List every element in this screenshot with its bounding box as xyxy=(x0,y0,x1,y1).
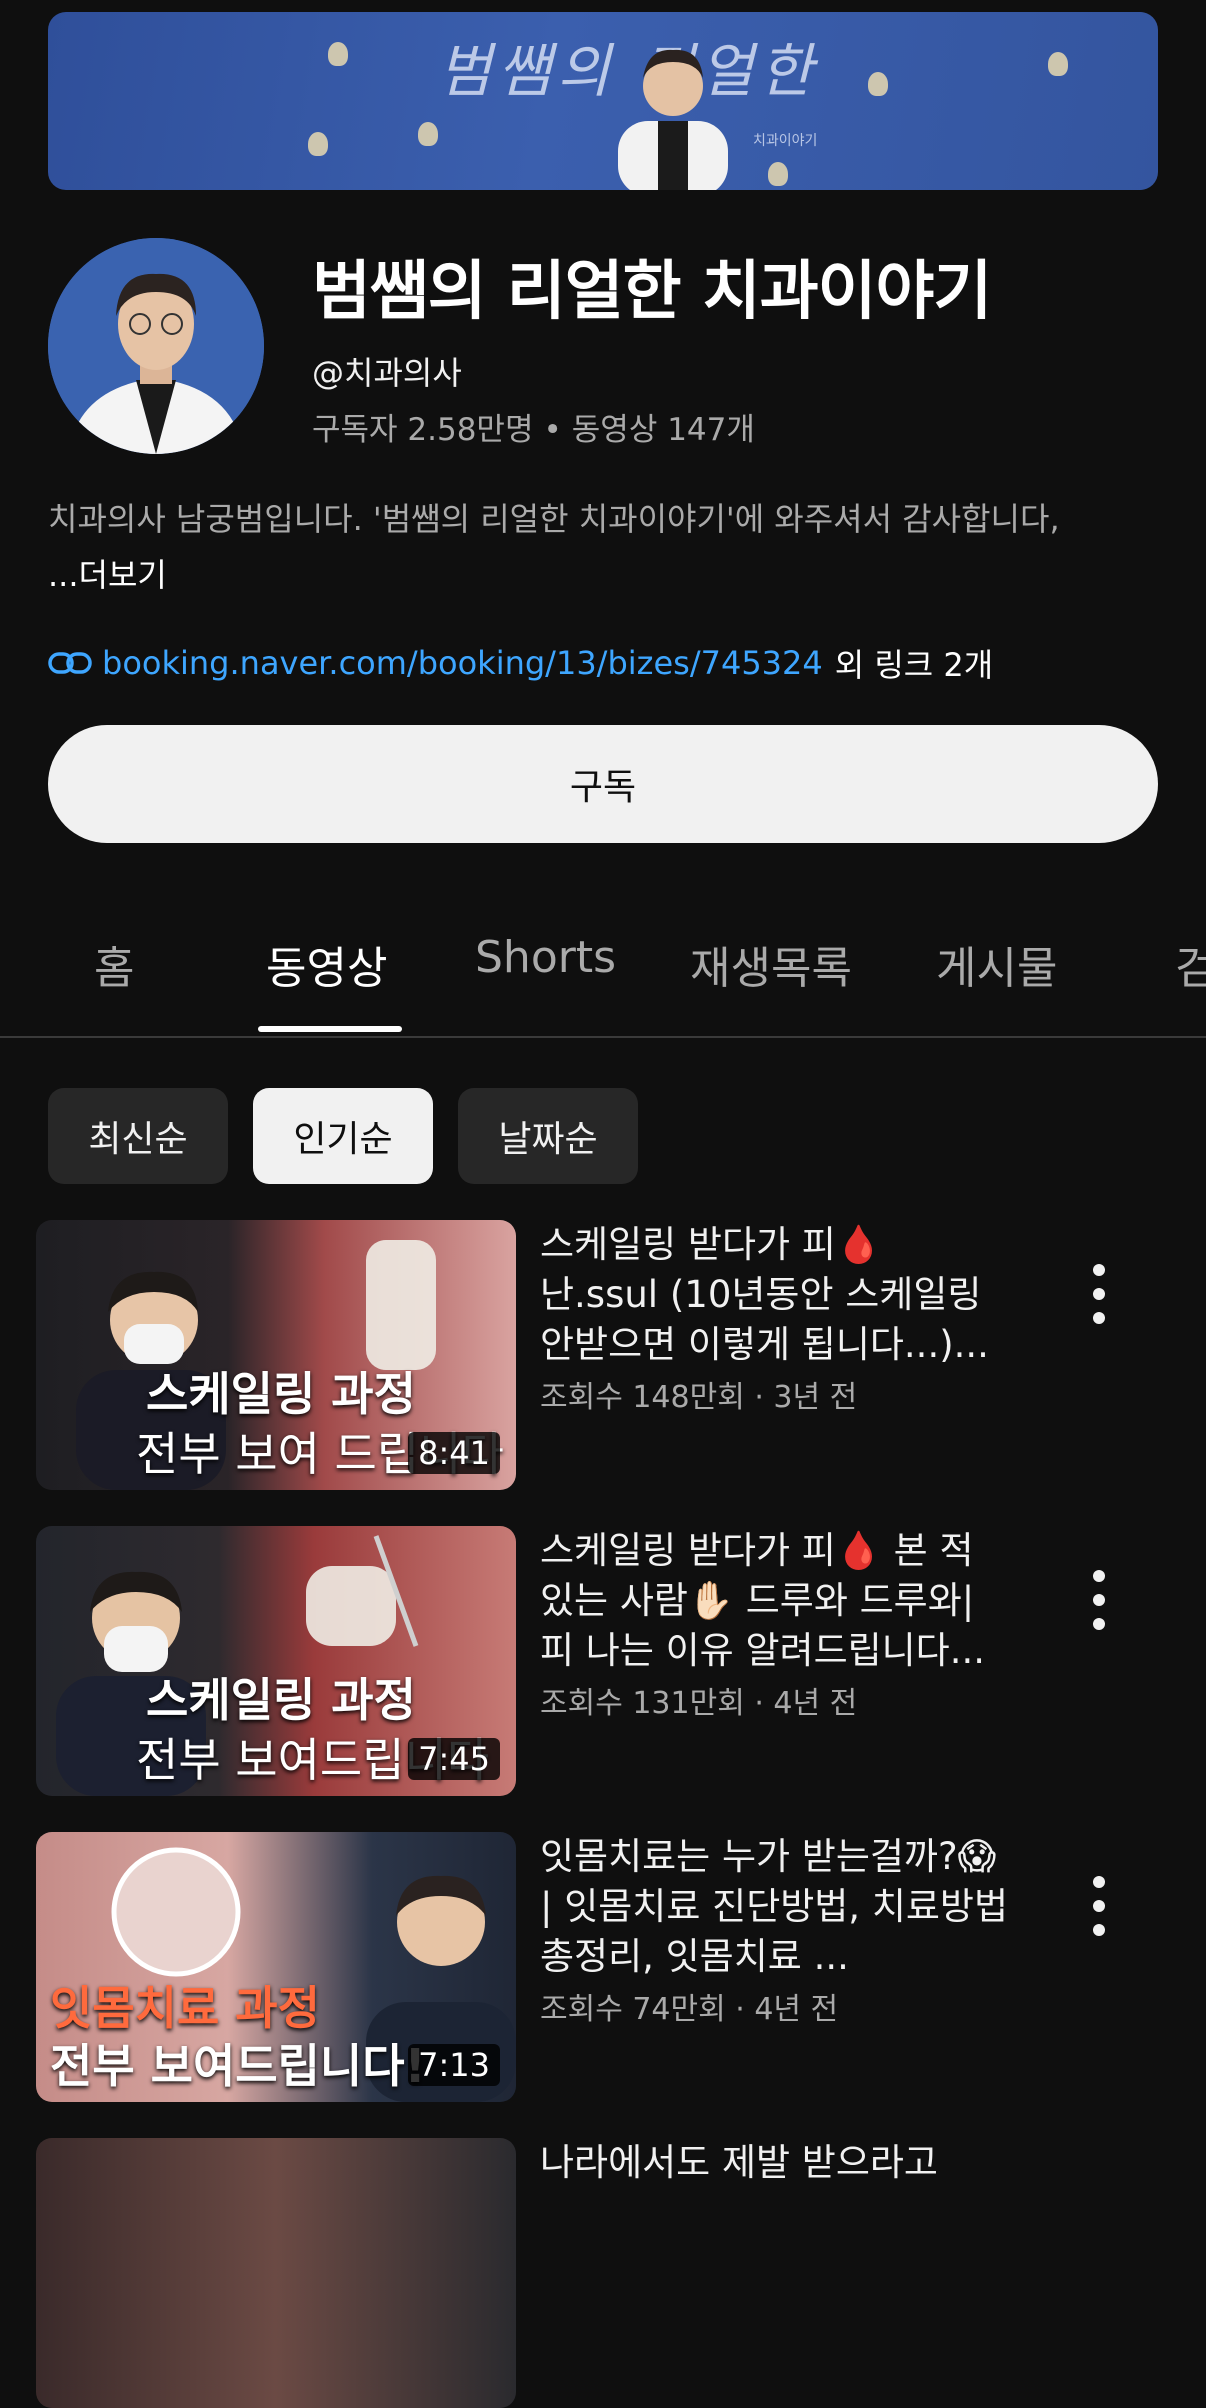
separator-dot: • xyxy=(543,412,562,448)
video-thumbnail[interactable]: 스케일링 과정 전부 보여 드립니다 8:41 xyxy=(36,1220,516,1490)
video-title[interactable]: 스케일링 받다가 피🩸 본 적 있는 사람✋🏻 드루와 드루와| 피 나는 이유… xyxy=(540,1526,1010,1676)
tab-playlists[interactable]: 재생목록 xyxy=(690,932,852,996)
channel-stats: 구독자 2.58만명 • 동영상 147개 xyxy=(312,404,755,449)
more-options-icon[interactable] xyxy=(1084,1264,1114,1324)
confetti-decoration xyxy=(1048,52,1068,76)
avatar-image xyxy=(48,238,264,454)
confetti-decoration xyxy=(418,122,438,146)
channel-links[interactable]: booking.naver.com/booking/13/bizes/74532… xyxy=(48,640,993,686)
banner-subtitle: 치과이야기 xyxy=(753,133,818,149)
link-extra[interactable]: 외 링크 2개 xyxy=(835,640,993,686)
chip-popular[interactable]: 인기순 xyxy=(253,1088,433,1184)
video-item[interactable]: 스케일링 과정 전부 보여드립니다 7:45 스케일링 받다가 피🩸 본 적 있… xyxy=(0,1526,1206,1796)
tab-posts[interactable]: 게시물 xyxy=(936,932,1057,996)
more-options-icon[interactable] xyxy=(1084,1570,1114,1630)
video-meta: 조회수 148만회 · 3년 전 xyxy=(540,1380,858,1415)
thumbnail-text-line1: 스케일링 과정 xyxy=(146,1673,416,1727)
video-duration: 7:13 xyxy=(408,2044,500,2086)
video-item[interactable]: 잇몸치료 과정 전부 보여드립니다! 7:13 잇몸치료는 누가 받는걸까?😱 … xyxy=(0,1832,1206,2102)
tab-search[interactable]: 검 xyxy=(1175,932,1206,996)
video-duration: 8:41 xyxy=(408,1432,500,1474)
active-tab-indicator xyxy=(258,1026,402,1032)
more-options-icon[interactable] xyxy=(1084,1876,1114,1936)
tab-home[interactable]: 홈 xyxy=(94,932,134,996)
confetti-decoration xyxy=(328,42,348,66)
tab-shorts[interactable]: Shorts xyxy=(475,932,616,983)
thumbnail-text-line1: 스케일링 과정 xyxy=(146,1367,416,1421)
video-meta: 조회수 74만회 · 4년 전 xyxy=(540,1992,839,2027)
confetti-decoration xyxy=(308,132,328,156)
channel-avatar[interactable] xyxy=(48,238,264,454)
more-link[interactable]: ...더보기 xyxy=(48,550,167,596)
channel-banner: 범쌤의 리얼한 치과이야기 xyxy=(48,12,1158,190)
channel-handle: @치과의사 xyxy=(312,354,462,392)
banner-person-image xyxy=(618,49,728,190)
video-title[interactable]: 나라에서도 제발 받으라고 xyxy=(540,2138,1010,2188)
chip-oldest[interactable]: 날짜순 xyxy=(458,1088,638,1184)
video-meta: 조회수 131만회 · 4년 전 xyxy=(540,1686,858,1721)
subscriber-count: 구독자 2.58만명 xyxy=(312,412,534,448)
thumbnail-text-line1: 잇몸치료 과정 xyxy=(50,1981,320,2035)
video-count: 동영상 147개 xyxy=(571,412,755,448)
subscribe-button[interactable]: 구독 xyxy=(48,725,1158,843)
video-title[interactable]: 잇몸치료는 누가 받는걸까?😱 | 잇몸치료 진단방법, 치료방법 총정리, 잇… xyxy=(540,1832,1010,1982)
link-icon xyxy=(48,652,92,674)
chip-latest[interactable]: 최신순 xyxy=(48,1088,228,1184)
channel-description[interactable]: 치과의사 남궁범입니다. '범쌤의 리얼한 치과이야기'에 와주셔서 감사합니다… xyxy=(48,494,1060,540)
channel-tabs: 홈 동영상 Shorts 재생목록 게시물 검 xyxy=(0,920,1206,1036)
tab-videos[interactable]: 동영상 xyxy=(266,932,387,996)
channel-name: 범쌤의 리얼한 치과이야기 xyxy=(312,255,992,329)
tabs-divider xyxy=(0,1036,1206,1038)
confetti-decoration xyxy=(768,162,788,186)
thumbnail-text-line2: 전부 보여드립니다! xyxy=(50,2039,426,2093)
video-thumbnail[interactable]: 잇몸치료 과정 전부 보여드립니다! 7:13 xyxy=(36,1832,516,2102)
video-item[interactable]: 스케일링 과정 전부 보여 드립니다 8:41 스케일링 받다가 피🩸 난.ss… xyxy=(0,1220,1206,1490)
video-title[interactable]: 스케일링 받다가 피🩸 난.ssul (10년동안 스케일링 안받으면 이렇게 … xyxy=(540,1220,1010,1370)
video-thumbnail[interactable] xyxy=(36,2138,516,2408)
confetti-decoration xyxy=(868,72,888,96)
video-duration: 7:45 xyxy=(408,1738,500,1780)
video-item[interactable]: 나라에서도 제발 받으라고 xyxy=(0,2138,1206,2408)
video-thumbnail[interactable]: 스케일링 과정 전부 보여드립니다 7:45 xyxy=(36,1526,516,1796)
link-url[interactable]: booking.naver.com/booking/13/bizes/74532… xyxy=(102,644,823,682)
